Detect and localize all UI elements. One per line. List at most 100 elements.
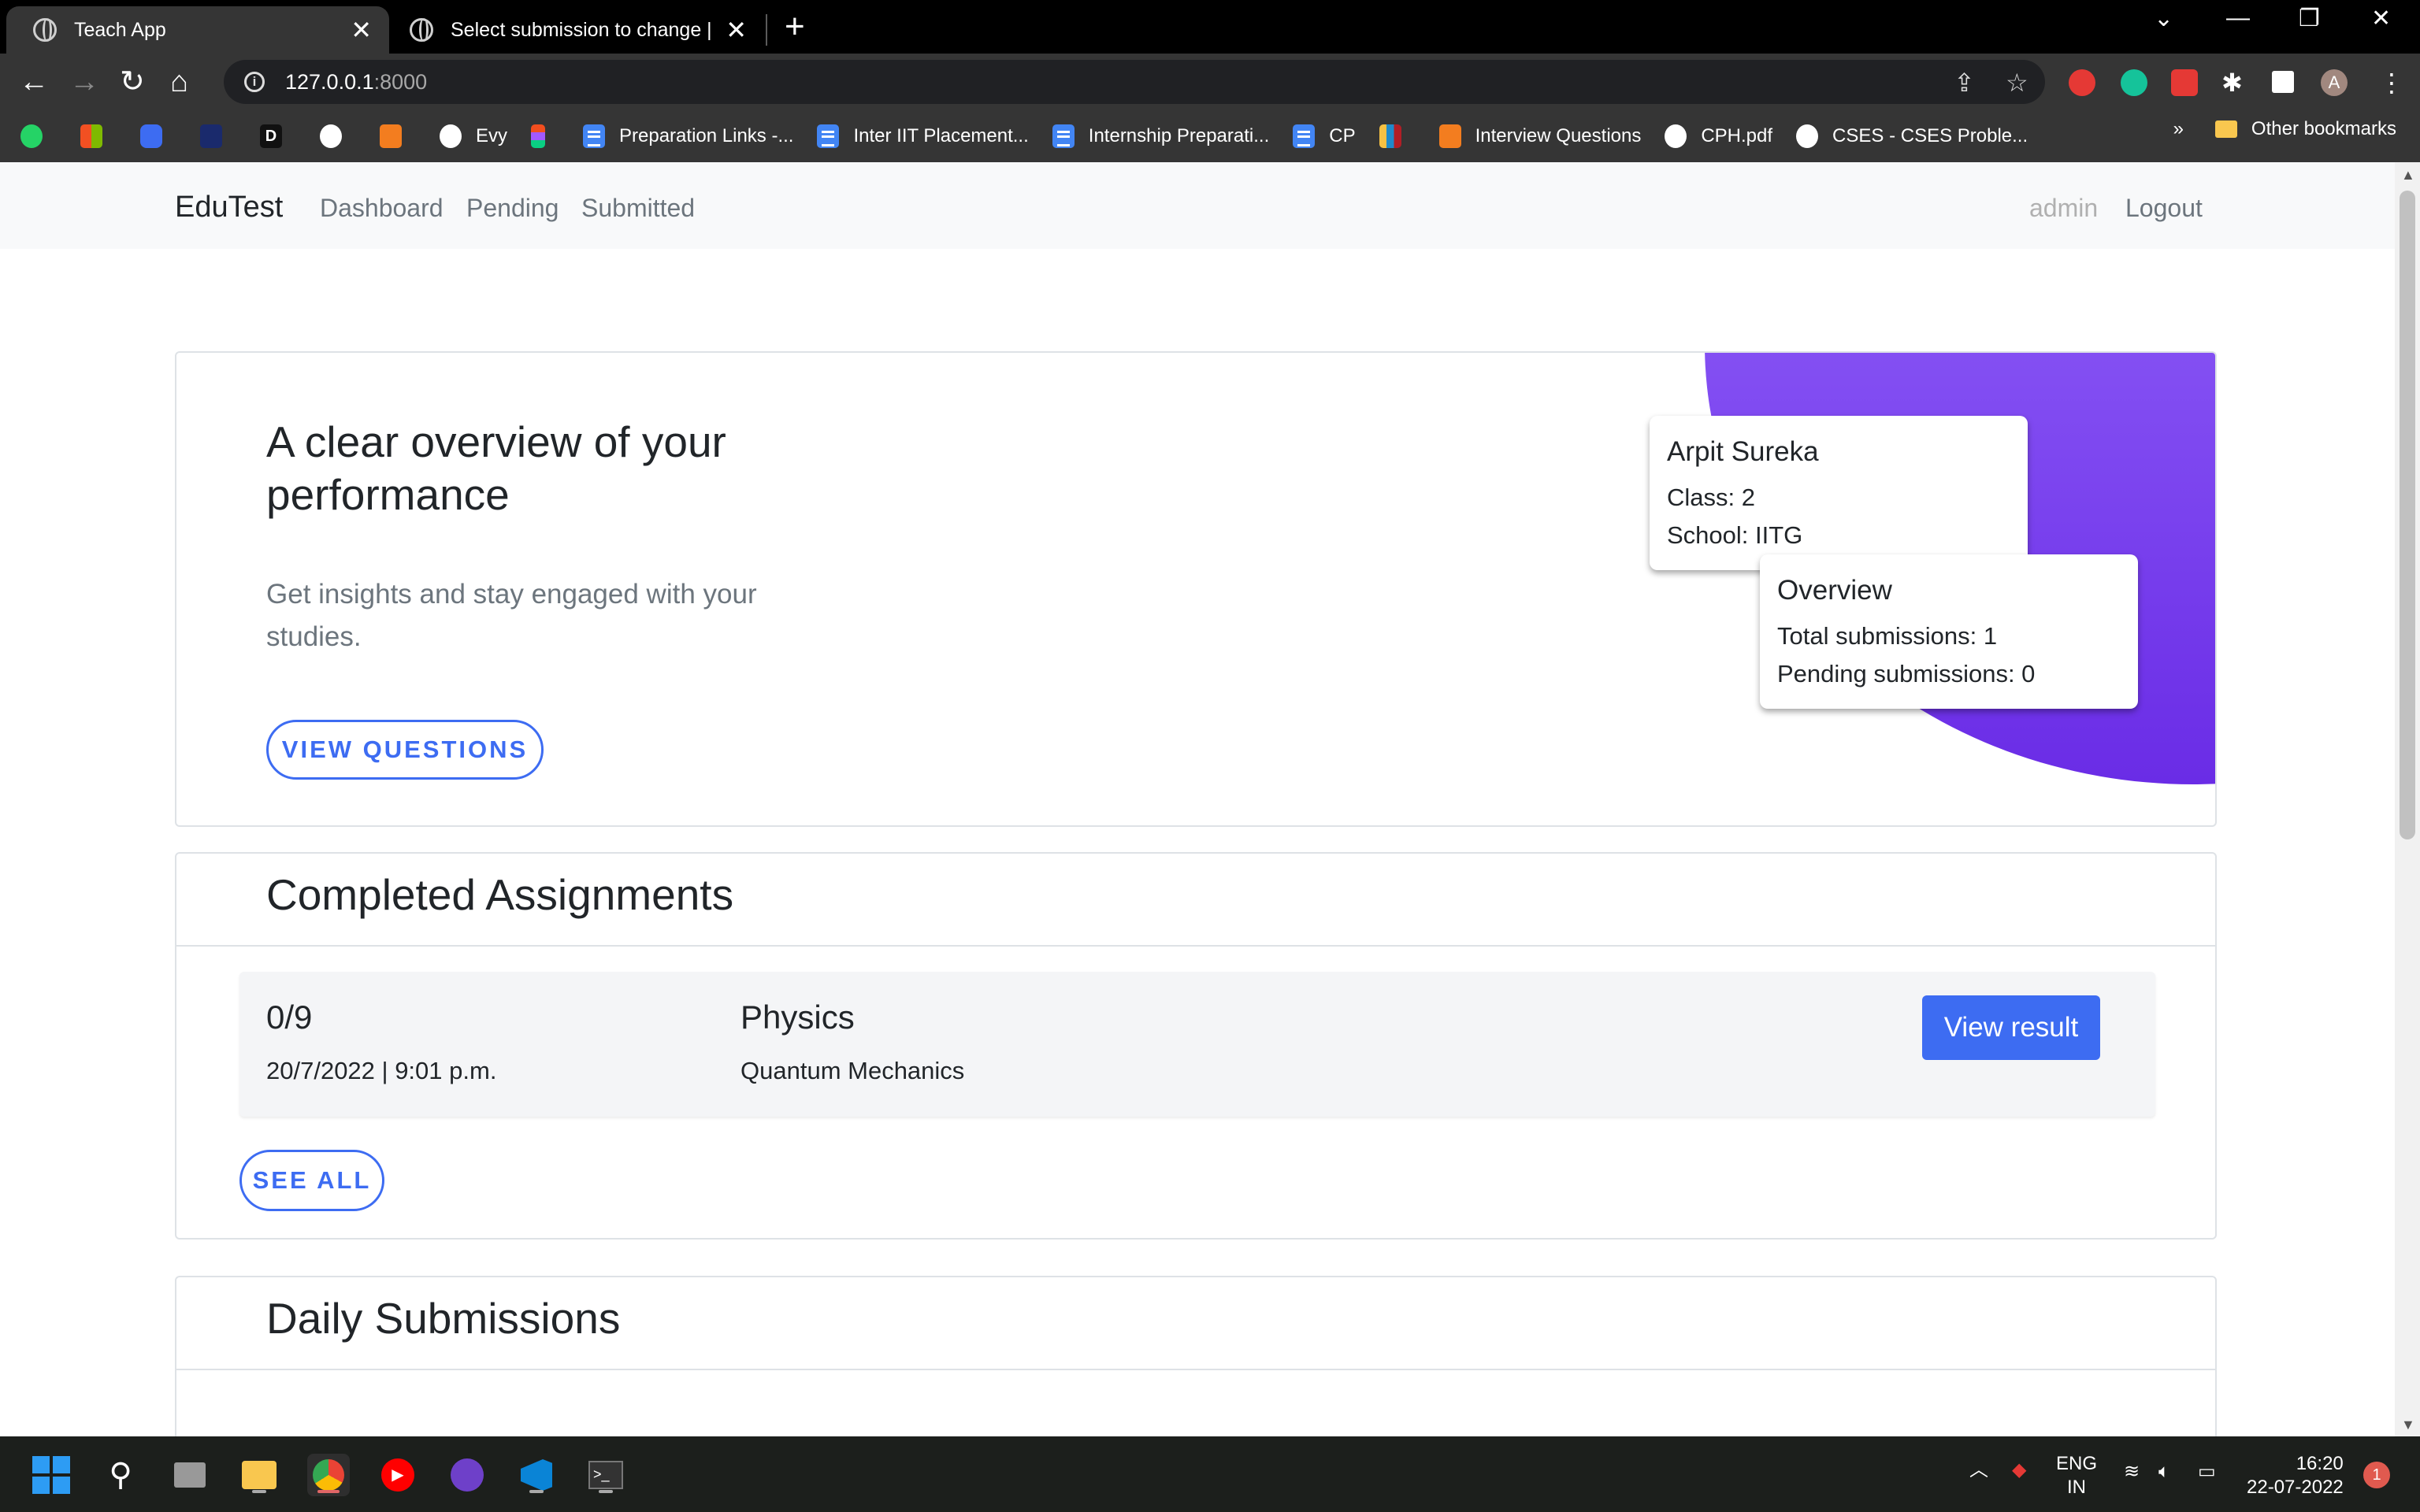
address-bar[interactable]: i 127.0.0.1:8000 (224, 60, 2045, 104)
scroll-up-icon[interactable]: ▲ (2401, 167, 2415, 183)
bookmark-dark[interactable] (200, 124, 236, 148)
page-viewport: EduTest Dashboard Pending Submitted admi… (0, 162, 2395, 1436)
bookmark-orange[interactable] (380, 124, 416, 148)
language-indicator[interactable]: ENG IN (2056, 1452, 2097, 1499)
terminal-icon[interactable]: >_ (585, 1454, 627, 1496)
hero-subtitle: Get insights and stay engaged with your … (266, 579, 757, 652)
close-tab-icon[interactable]: ✕ (726, 15, 747, 45)
github-desktop-icon[interactable] (446, 1454, 488, 1496)
extensions-puzzle-icon[interactable]: ✱ (2221, 68, 2243, 98)
chrome-icon[interactable] (307, 1454, 350, 1496)
search-icon[interactable]: ⚲ (99, 1454, 142, 1496)
windows-start-icon[interactable] (30, 1454, 72, 1496)
file-explorer-icon[interactable] (238, 1454, 280, 1496)
tab-select-submission[interactable]: Select submission to change | Dja ✕ (394, 6, 764, 54)
restore-icon[interactable]: ❐ (2299, 5, 2320, 32)
bookmarks-overflow-icon[interactable]: » (2173, 118, 2184, 140)
battery-icon[interactable]: ▭ (2198, 1460, 2216, 1484)
nav-dashboard[interactable]: Dashboard (320, 194, 444, 223)
home-icon[interactable]: ⌂ (170, 65, 188, 99)
other-bookmarks[interactable]: Other bookmarks (2251, 118, 2396, 140)
nav-submitted[interactable]: Submitted (581, 194, 695, 223)
view-result-button[interactable]: View result (1922, 995, 2100, 1060)
close-window-icon[interactable]: ✕ (2371, 5, 2391, 32)
app-icon (140, 124, 162, 148)
microsoft-icon (80, 124, 102, 148)
clock-date: 22-07-2022 (2247, 1477, 2344, 1498)
reload-icon[interactable]: ↻ (120, 65, 145, 99)
vscode-icon[interactable] (515, 1454, 558, 1496)
task-view-icon[interactable] (169, 1454, 211, 1496)
bookmark-whatsapp[interactable] (20, 124, 57, 148)
side-panel-icon[interactable] (2272, 71, 2294, 93)
bookmark-inter-iit[interactable]: Inter IIT Placement... (817, 124, 1029, 148)
nav-user[interactable]: admin (2029, 194, 2098, 223)
see-all-button[interactable]: SEE ALL (239, 1150, 384, 1211)
github-icon (320, 124, 342, 148)
assignment-row: 0/9 20/7/2022 | 9:01 p.m. Physics Quantu… (239, 972, 2155, 1117)
bookmark-cp[interactable]: CP (1293, 124, 1356, 148)
hero-title: A clear overview of your performance (266, 417, 726, 519)
card-header: Completed Assignments (176, 854, 2215, 947)
grammarly-icon[interactable] (2121, 69, 2147, 96)
bookmark-app-icon (380, 124, 402, 148)
scrollbar-thumb[interactable] (2400, 191, 2415, 839)
youtube-music-icon[interactable]: ▶ (377, 1454, 419, 1496)
bookmark-blue[interactable] (140, 124, 176, 148)
view-questions-button[interactable]: VIEW QUESTIONS (266, 720, 544, 780)
volume-icon[interactable]: 🔈︎ (2158, 1460, 2169, 1484)
interview-icon (1438, 124, 1461, 148)
url-text: 127.0.0.1:8000 (285, 69, 428, 94)
assignment-topic: Quantum Mechanics (740, 1057, 965, 1084)
bookmark-codeforces[interactable] (1379, 124, 1416, 148)
tab-search-icon[interactable]: ⌄ (2154, 5, 2173, 32)
site-navbar: EduTest Dashboard Pending Submitted admi… (0, 162, 2395, 249)
nav-logout[interactable]: Logout (2125, 194, 2203, 223)
tab-title: Teach App (74, 18, 166, 41)
bookmark-star-icon[interactable]: ☆ (2006, 68, 2028, 98)
new-tab-icon[interactable]: + (785, 8, 805, 46)
bookmark-internship[interactable]: Internship Preparati... (1052, 124, 1269, 148)
tray-overflow-icon[interactable]: ︿ (1969, 1458, 1988, 1482)
clock[interactable]: 16:20 22-07-2022 (2247, 1452, 2344, 1499)
tab-teach-app[interactable]: Teach App ✕ (6, 6, 389, 54)
page-scrollbar[interactable]: ▲ ▼ (2395, 162, 2420, 1436)
site-info-icon[interactable]: i (244, 72, 265, 92)
bookmark-cph-pdf[interactable]: CPH.pdf (1665, 124, 1772, 148)
share-icon[interactable]: ⇪ (1954, 68, 1975, 98)
section-title: Completed Assignments (266, 870, 734, 919)
google-doc-icon (1293, 124, 1316, 148)
google-doc-icon (1052, 124, 1075, 148)
bookmark-github[interactable] (320, 124, 356, 148)
close-tab-icon[interactable]: ✕ (351, 15, 372, 45)
wifi-icon[interactable]: ≋ (2124, 1460, 2140, 1484)
bookmarks-bar: D Evy Preparation Links -... Inter IIT P… (0, 110, 2420, 162)
bookmark-interview-questions[interactable]: Interview Questions (1438, 124, 1641, 148)
bookmark-evy[interactable]: Evy (440, 124, 507, 148)
bookmark-cses[interactable]: CSES - CSES Proble... (1796, 124, 2028, 148)
bookmark-d[interactable]: D (260, 124, 296, 148)
more-menu-icon[interactable]: ⋮ (2379, 68, 2404, 98)
tab-title: Select submission to change | Dja (451, 18, 718, 41)
forward-icon[interactable]: → (69, 65, 99, 99)
extension-hand-icon[interactable] (2069, 69, 2095, 96)
google-doc-icon (583, 124, 606, 148)
assignment-date: 20/7/2022 | 9:01 p.m. (266, 1057, 497, 1084)
github-icon (440, 124, 462, 148)
nav-pending[interactable]: Pending (466, 194, 559, 223)
bookmark-microsoft[interactable] (80, 124, 117, 148)
brand-logo[interactable]: EduTest (175, 191, 283, 224)
back-icon[interactable]: ← (19, 65, 49, 99)
bookmark-figma[interactable] (531, 124, 559, 148)
whatsapp-icon (20, 124, 43, 148)
mcafee-icon[interactable]: ◆ (2012, 1458, 2026, 1482)
extension-red-icon[interactable] (2171, 69, 2198, 96)
bookmark-preparation-links[interactable]: Preparation Links -... (583, 124, 793, 148)
hero-card: A clear overview of your performance Get… (175, 351, 2217, 827)
profile-avatar[interactable]: A (2321, 69, 2348, 96)
d-icon: D (260, 124, 282, 148)
bookmarks-right: » Other bookmarks (2173, 118, 2396, 140)
minimize-icon[interactable]: — (2226, 5, 2250, 32)
scroll-down-icon[interactable]: ▼ (2401, 1417, 2415, 1433)
notification-badge[interactable]: 1 (2363, 1462, 2390, 1488)
